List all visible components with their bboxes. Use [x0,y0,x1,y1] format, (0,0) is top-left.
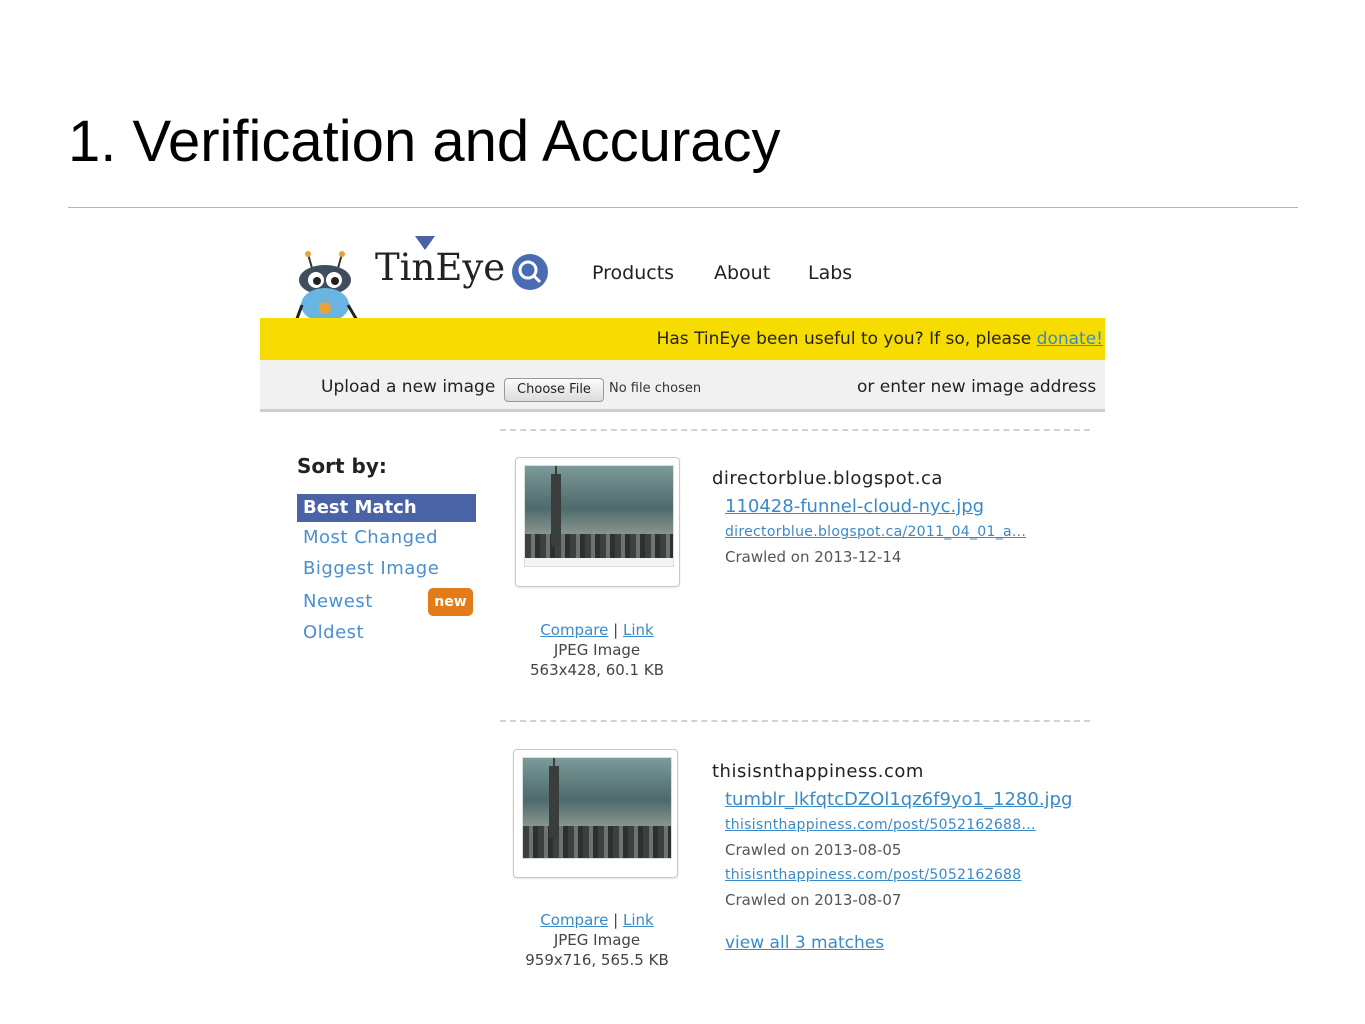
result-thumbnail[interactable] [515,457,680,587]
sort-biggest-image[interactable]: Biggest Image [303,558,439,579]
result-file-link[interactable]: 110428-funnel-cloud-nyc.jpg [725,496,984,517]
nav-labs[interactable]: Labs [808,262,852,284]
result-url-link[interactable]: directorblue.blogspot.ca/2011_04_01_a... [725,524,1026,540]
crawl-date: Crawled on 2013-08-05 [725,841,902,859]
thumbnail-image [522,757,672,859]
new-badge: new [428,588,473,616]
view-all-matches-link[interactable]: view all 3 matches [725,933,884,953]
thumbnail-image [524,465,674,567]
link-link[interactable]: Link [623,911,654,929]
tineye-screenshot: TinEye Products About Labs Has TinEye be… [260,232,1105,1002]
donate-banner: Has TinEye been useful to you? If so, pl… [260,318,1105,360]
result-url-link[interactable]: thisisnthappiness.com/post/5052162688... [725,817,1036,833]
result-meta: Compare | Link JPEG Image 563x428, 60.1 … [530,621,664,679]
image-size: 959x716, 565.5 KB [525,951,669,969]
donate-link[interactable]: donate! [1037,329,1103,349]
link-link[interactable]: Link [623,621,654,639]
nav-products[interactable]: Products [592,262,674,284]
sort-newest[interactable]: Newest [303,591,373,612]
result-divider [500,720,1090,722]
result-url-link-2[interactable]: thisisnthappiness.com/post/5052162688 [725,867,1021,883]
result-meta: Compare | Link JPEG Image 959x716, 565.5… [525,911,669,969]
result-site: directorblue.blogspot.ca [712,468,943,489]
sort-best-match[interactable]: Best Match [297,494,476,522]
result-site: thisisnthappiness.com [712,761,924,782]
image-type: JPEG Image [553,641,641,659]
sort-most-changed[interactable]: Most Changed [303,527,438,548]
compare-link[interactable]: Compare [540,911,608,929]
choose-file-button[interactable]: Choose File [504,378,604,402]
upload-label: Upload a new image [321,377,496,397]
slide-title: 1. Verification and Accuracy [68,109,781,174]
compare-link[interactable]: Compare [540,621,608,639]
tineye-logo[interactable]: TinEye [375,246,505,289]
sort-oldest[interactable]: Oldest [303,622,364,643]
image-address-label: or enter new image address [857,377,1097,397]
result-file-link[interactable]: tumblr_lkfqtcDZOl1qz6f9yo1_1280.jpg [725,789,1072,810]
image-type: JPEG Image [553,931,641,949]
upload-bar: Upload a new image Choose File No file c… [260,360,1105,412]
result-thumbnail[interactable] [513,749,678,878]
nav-about[interactable]: About [714,262,770,284]
image-size: 563x428, 60.1 KB [530,661,664,679]
magnifier-icon [512,254,548,290]
crawl-date-2: Crawled on 2013-08-07 [725,891,902,909]
result-divider [500,429,1090,431]
crawl-date: Crawled on 2013-12-14 [725,548,902,566]
donate-message: Has TinEye been useful to you? If so, pl… [656,329,1037,349]
sort-title: Sort by: [297,454,387,478]
file-status: No file chosen [609,381,702,396]
title-divider [68,207,1298,208]
